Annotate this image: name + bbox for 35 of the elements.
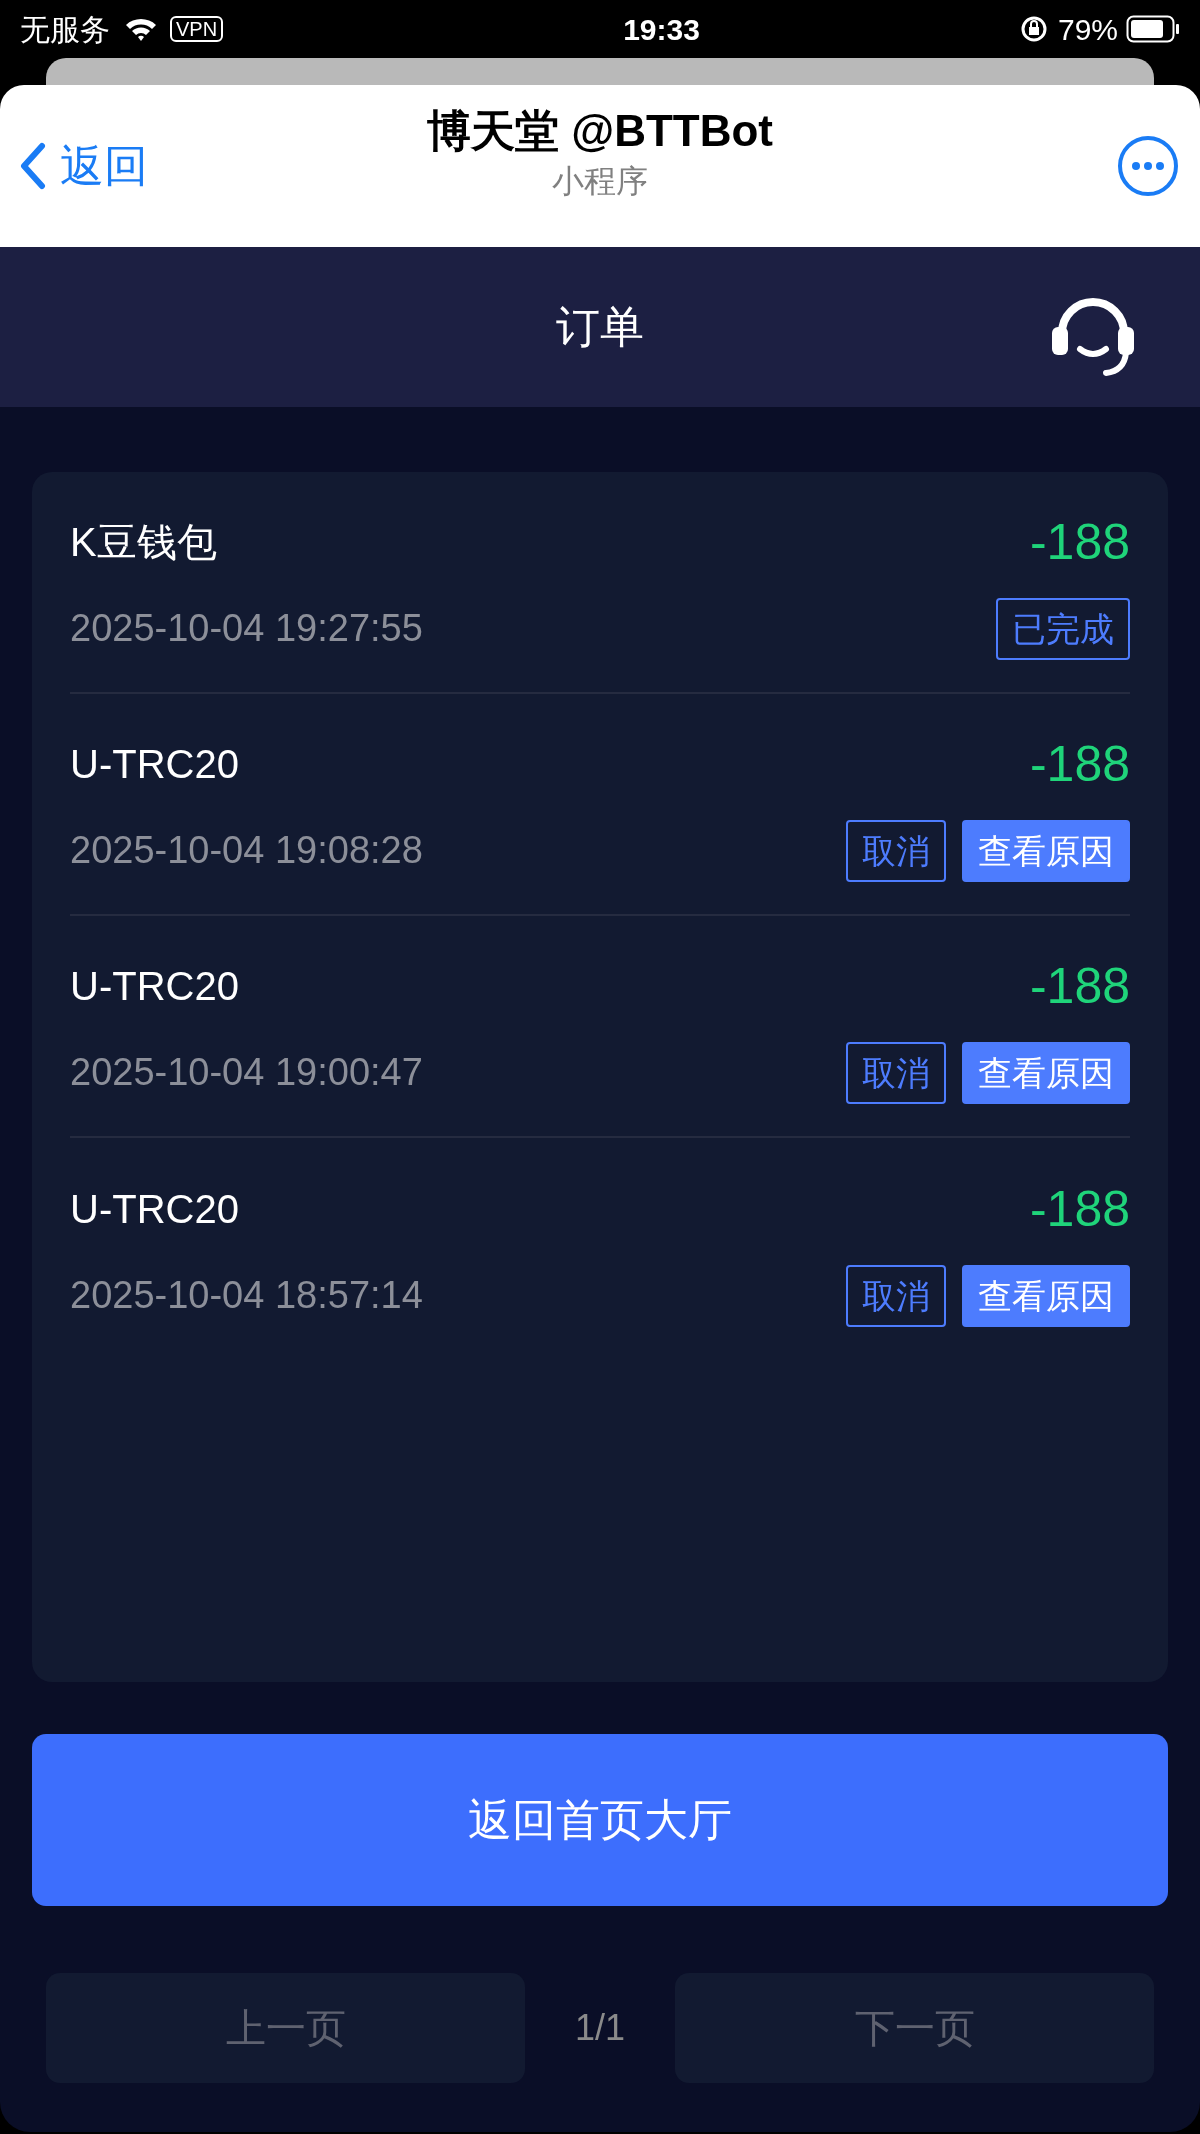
vpn-badge: VPN bbox=[170, 16, 224, 42]
view-reason-button[interactable]: 查看原因 bbox=[962, 1264, 1130, 1327]
view-reason-button[interactable]: 查看原因 bbox=[962, 1041, 1130, 1104]
more-icon bbox=[1116, 134, 1180, 198]
order-time: 2025-10-04 19:27:55 bbox=[70, 606, 423, 651]
status-button[interactable]: 取消 bbox=[846, 1264, 946, 1327]
order-time: 2025-10-04 19:08:28 bbox=[70, 828, 423, 873]
carrier-text: 无服务 bbox=[20, 11, 110, 48]
battery-percent: 79% bbox=[1057, 11, 1118, 48]
back-button[interactable]: 返回 bbox=[20, 133, 148, 199]
view-reason-button[interactable]: 查看原因 bbox=[962, 819, 1130, 882]
order-name: K豆钱包 bbox=[70, 519, 217, 566]
order-amount: -188 bbox=[1029, 956, 1130, 1016]
status-button[interactable]: 取消 bbox=[846, 819, 946, 882]
order-amount: -188 bbox=[1029, 734, 1130, 794]
order-time: 2025-10-04 18:57:14 bbox=[70, 1273, 423, 1318]
order-name: U-TRC20 bbox=[70, 963, 239, 1010]
wifi-icon bbox=[124, 16, 158, 42]
order-amount: -188 bbox=[1029, 512, 1130, 572]
nav-title: 订单 bbox=[556, 301, 644, 353]
page-subtitle: 小程序 bbox=[552, 162, 648, 201]
clock-text: 19:33 bbox=[622, 11, 700, 48]
more-button[interactable] bbox=[1116, 134, 1180, 198]
status-button[interactable]: 已完成 bbox=[996, 597, 1130, 660]
home-button[interactable]: 返回首页大厅 bbox=[32, 1734, 1168, 1906]
order-time: 2025-10-04 19:00:47 bbox=[70, 1050, 423, 1095]
order-name: U-TRC20 bbox=[70, 1186, 239, 1233]
status-button[interactable]: 取消 bbox=[846, 1041, 946, 1104]
page-indicator: 1/1 bbox=[573, 2006, 626, 2050]
order-amount: -188 bbox=[1029, 1179, 1130, 1239]
page-title: 博天堂 @BTTBot bbox=[427, 105, 773, 157]
battery-icon bbox=[1126, 15, 1180, 43]
rotation-lock-icon bbox=[1019, 15, 1048, 43]
order-name: U-TRC20 bbox=[70, 741, 239, 788]
chevron-left-icon bbox=[20, 142, 46, 190]
